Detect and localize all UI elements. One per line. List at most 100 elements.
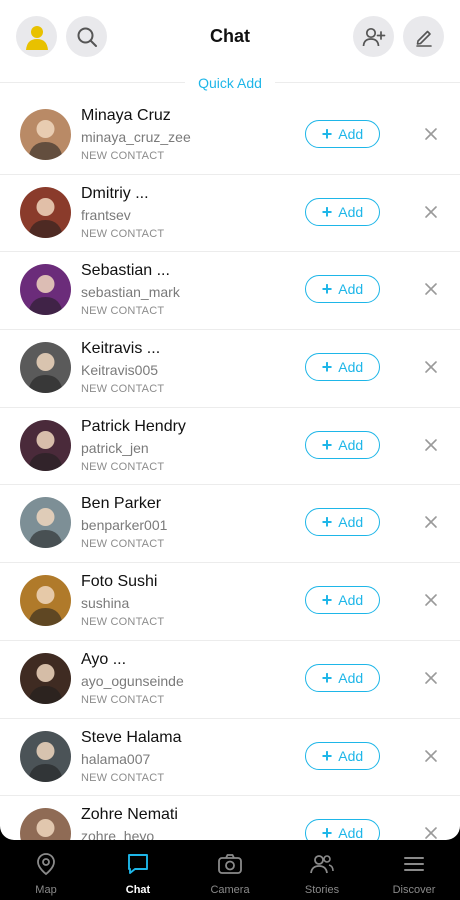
person-photo-icon — [20, 730, 71, 782]
add-friend-button[interactable] — [353, 16, 394, 57]
camera-icon — [217, 852, 243, 881]
person-photo-icon — [20, 652, 71, 704]
chat-screen: Chat Quick Add Minaya Cruz minaya_cruz_z… — [0, 0, 460, 840]
person-photo-icon — [20, 186, 71, 238]
new-chat-button[interactable] — [403, 16, 444, 57]
contact-username: patrick_jen — [81, 439, 149, 456]
contact-avatar[interactable] — [20, 808, 71, 840]
contact-tag: NEW CONTACT — [81, 150, 165, 162]
tab-discover[interactable]: Discover — [368, 840, 460, 900]
map-pin-icon — [34, 852, 58, 881]
plus-icon: + — [321, 434, 333, 455]
tab-label: Camera — [210, 884, 250, 896]
contact-row[interactable]: Zohre Nemati zohre_heyo + Add — [0, 796, 460, 840]
add-button-label: Add — [338, 126, 364, 142]
contact-tag: NEW CONTACT — [81, 538, 165, 551]
add-button-label: Add — [338, 514, 364, 531]
close-icon[interactable] — [424, 282, 438, 296]
menu-icon — [402, 852, 426, 881]
contact-avatar[interactable] — [20, 186, 71, 238]
person-photo-icon — [20, 109, 71, 160]
add-friend-button[interactable]: + Add — [305, 430, 380, 459]
contact-avatar[interactable] — [20, 575, 71, 627]
close-icon[interactable] — [424, 826, 438, 840]
add-friend-button[interactable]: + Add — [305, 197, 380, 226]
contact-row[interactable]: Dmitriy ... frantsev NEW CONTACT + Add — [0, 175, 460, 253]
tab-camera[interactable]: Camera — [184, 840, 276, 900]
contact-name: Sebastian ... — [81, 262, 170, 280]
contact-username: zohre_heyo — [81, 828, 155, 840]
contact-tag: NEW CONTACT — [81, 693, 165, 706]
close-icon[interactable] — [424, 515, 438, 529]
tab-map[interactable]: Map — [0, 840, 92, 900]
add-friend-button[interactable]: + Add — [305, 819, 380, 840]
close-icon[interactable] — [424, 127, 438, 141]
person-photo-icon — [20, 575, 71, 627]
pencil-icon — [415, 30, 432, 47]
contact-tag: NEW CONTACT — [81, 227, 165, 240]
add-button-label: Add — [338, 825, 364, 840]
contact-name: Ayo ... — [81, 650, 127, 668]
person-photo-icon — [20, 497, 71, 549]
add-button-label: Add — [338, 203, 364, 220]
header: Chat — [0, 0, 460, 74]
close-icon[interactable] — [424, 360, 438, 374]
close-icon[interactable] — [424, 671, 438, 685]
contact-avatar[interactable] — [20, 264, 71, 316]
add-friend-button[interactable]: + Add — [305, 353, 380, 382]
person-photo-icon — [20, 342, 71, 394]
quick-add-label: Quick Add — [185, 75, 275, 91]
contact-name: Keitravis ... — [81, 340, 161, 358]
contact-username: sushina — [81, 595, 130, 612]
close-icon[interactable] — [424, 593, 438, 607]
contact-avatar[interactable] — [20, 419, 71, 471]
contact-row[interactable]: Foto Sushi sushina NEW CONTACT + Add — [0, 563, 460, 641]
close-icon[interactable] — [424, 749, 438, 763]
add-friend-button[interactable]: + Add — [305, 663, 380, 692]
contact-tag: NEW CONTACT — [81, 383, 165, 396]
plus-icon: + — [321, 357, 333, 378]
contact-row[interactable]: Patrick Hendry patrick_jen NEW CONTACT +… — [0, 408, 460, 486]
add-user-icon — [362, 27, 385, 46]
contact-row[interactable]: Sebastian ... sebastian_mark NEW CONTACT… — [0, 252, 460, 331]
contact-row[interactable]: Steve Halama halama007 NEW CONTACT + Add — [0, 719, 460, 797]
contact-name: Minaya Cruz — [81, 107, 171, 124]
contact-name: Patrick Hendry — [81, 417, 186, 435]
contact-row[interactable]: Keitravis ... Keitravis005 NEW CONTACT +… — [0, 330, 460, 408]
add-friend-button[interactable]: + Add — [305, 508, 380, 537]
close-icon[interactable] — [424, 205, 438, 219]
contact-tag: NEW CONTACT — [81, 460, 165, 473]
person-photo-icon — [20, 419, 71, 471]
add-friend-button[interactable]: + Add — [305, 120, 380, 148]
contact-avatar[interactable] — [20, 730, 71, 782]
contact-avatar[interactable] — [20, 342, 71, 394]
add-button-label: Add — [338, 592, 364, 609]
add-friend-button[interactable]: + Add — [305, 275, 380, 304]
quick-add-list: Minaya Cruz minaya_cruz_zee NEW CONTACT … — [0, 97, 460, 840]
contact-avatar[interactable] — [20, 497, 71, 549]
add-button-label: Add — [338, 747, 364, 764]
contact-row[interactable]: Minaya Cruz minaya_cruz_zee NEW CONTACT … — [0, 97, 460, 175]
add-friend-button[interactable]: + Add — [305, 586, 380, 615]
contact-avatar[interactable] — [20, 109, 71, 160]
contact-row[interactable]: Ayo ... ayo_ogunseinde NEW CONTACT + Add — [0, 641, 460, 719]
contact-name: Dmitriy ... — [81, 184, 149, 202]
contact-username: frantsev — [81, 206, 131, 223]
tab-label: Stories — [304, 884, 340, 896]
tab-chat[interactable]: Chat — [92, 840, 184, 900]
contact-name: Zohre Nemati — [81, 806, 178, 824]
add-button-label: Add — [338, 436, 364, 453]
add-friend-button[interactable]: + Add — [305, 741, 380, 770]
contact-username: halama007 — [81, 750, 151, 767]
plus-icon: + — [321, 590, 333, 611]
plus-icon: + — [321, 279, 333, 300]
plus-icon: + — [321, 823, 333, 840]
contact-avatar[interactable] — [20, 652, 71, 704]
plus-icon: + — [321, 667, 333, 688]
close-icon[interactable] — [424, 438, 438, 452]
contact-tag: NEW CONTACT — [81, 305, 165, 318]
contact-row[interactable]: Ben Parker benparker001 NEW CONTACT + Ad… — [0, 485, 460, 564]
contact-name: Foto Sushi — [81, 573, 158, 591]
tab-stories[interactable]: Stories — [276, 840, 368, 900]
contact-username: minaya_cruz_zee — [81, 129, 191, 145]
